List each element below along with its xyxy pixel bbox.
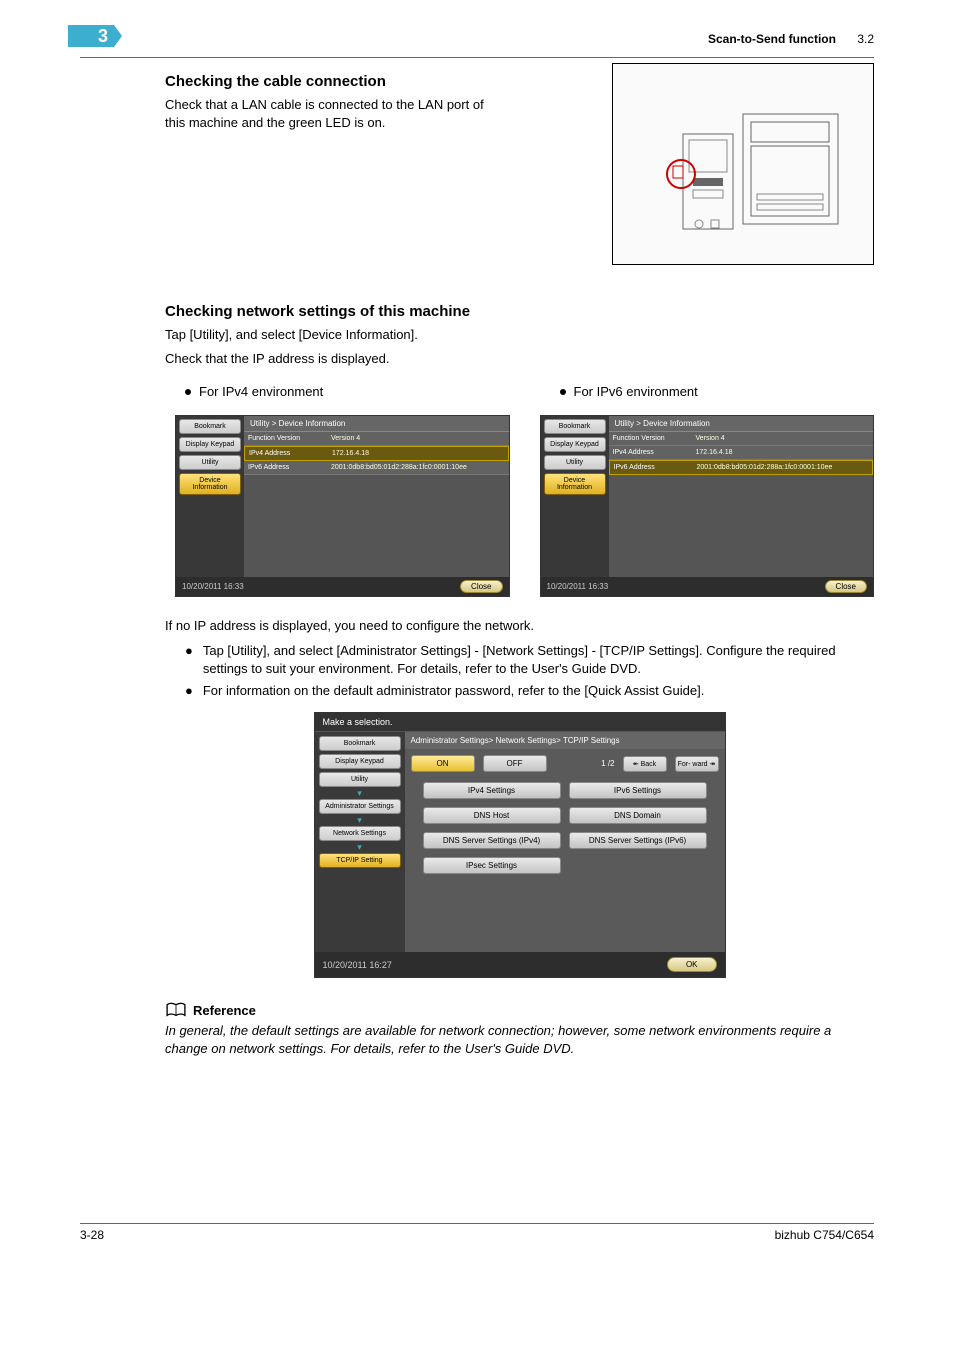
- breadcrumb: Administrator Settings> Network Settings…: [405, 732, 725, 749]
- dns-server-ipv6-button[interactable]: DNS Server Settings (IPv6): [569, 832, 707, 849]
- off-toggle[interactable]: OFF: [483, 755, 547, 772]
- display-keypad-button[interactable]: Display Keypad: [319, 754, 401, 769]
- bullet-icon: ●: [185, 682, 193, 700]
- dns-server-ipv4-button[interactable]: DNS Server Settings (IPv4): [423, 832, 561, 849]
- reference-body: In general, the default settings are ava…: [165, 1022, 874, 1058]
- administrator-settings-button[interactable]: Administrator Settings: [319, 799, 401, 814]
- device-info-button[interactable]: Device Information: [179, 473, 241, 495]
- chapter-badge: 3: [68, 25, 114, 47]
- utility-button[interactable]: Utility: [319, 772, 401, 787]
- no-ip-text: If no IP address is displayed, you need …: [165, 617, 874, 635]
- running-header: Scan-to-Send function 3.2: [708, 32, 874, 46]
- bookmark-button[interactable]: Bookmark: [544, 419, 606, 434]
- close-button[interactable]: Close: [825, 580, 867, 593]
- display-keypad-button[interactable]: Display Keypad: [179, 437, 241, 452]
- page-number: 3-28: [80, 1228, 104, 1242]
- ipv6-settings-button[interactable]: IPv6 Settings: [569, 782, 707, 799]
- tap-utility-text: Tap [Utility], and select [Device Inform…: [165, 326, 874, 344]
- ipsec-settings-button[interactable]: IPsec Settings: [423, 857, 561, 874]
- network-settings-button[interactable]: Network Settings: [319, 826, 401, 841]
- check-ip-text: Check that the IP address is displayed.: [165, 350, 874, 368]
- heading-network: Checking network settings of this machin…: [165, 303, 874, 320]
- bullet-icon: ●: [185, 642, 193, 678]
- header-rule: [80, 57, 874, 58]
- bullet-ipv4: For IPv4 environment: [185, 384, 500, 399]
- display-keypad-button[interactable]: Display Keypad: [544, 437, 606, 452]
- chevron-down-icon: ▾: [319, 790, 401, 796]
- back-button[interactable]: ↞ Back: [623, 756, 667, 772]
- config-instruction-2: For information on the default administr…: [203, 682, 704, 700]
- book-icon: [165, 1002, 187, 1018]
- cable-paragraph: Check that a LAN cable is connected to t…: [165, 96, 500, 132]
- bullet-ipv6: For IPv6 environment: [560, 384, 875, 399]
- bookmark-button[interactable]: Bookmark: [319, 736, 401, 751]
- dns-host-button[interactable]: DNS Host: [423, 807, 561, 824]
- bookmark-button[interactable]: Bookmark: [179, 419, 241, 434]
- timestamp: 10/20/2011 16:27: [323, 960, 392, 970]
- chevron-down-icon: ▾: [319, 844, 401, 850]
- model-name: bizhub C754/C654: [775, 1228, 874, 1242]
- reference-heading: Reference: [193, 1003, 256, 1018]
- ipv4-settings-button[interactable]: IPv4 Settings: [423, 782, 561, 799]
- forward-button[interactable]: For- ward ↠: [675, 756, 719, 772]
- ok-button[interactable]: OK: [667, 957, 717, 972]
- header-num: 3.2: [857, 32, 874, 46]
- page-indicator: 1 /2: [601, 759, 614, 768]
- header-section: Scan-to-Send function: [708, 32, 836, 46]
- on-toggle[interactable]: ON: [411, 755, 475, 772]
- heading-cable: Checking the cable connection: [165, 73, 500, 90]
- breadcrumb: Utility > Device Information: [609, 416, 874, 432]
- close-button[interactable]: Close: [460, 580, 502, 593]
- utility-button[interactable]: Utility: [179, 455, 241, 470]
- tcpip-settings-screenshot: Make a selection. Bookmark Display Keypa…: [314, 712, 726, 978]
- make-selection-label: Make a selection.: [315, 713, 725, 732]
- device-info-screenshot-ipv6: Bookmark Display Keypad Utility Device I…: [540, 415, 875, 597]
- device-info-button[interactable]: Device Information: [544, 473, 606, 495]
- tcpip-setting-button[interactable]: TCP/IP Setting: [319, 853, 401, 868]
- timestamp: 10/20/2011 16:33: [547, 582, 609, 591]
- breadcrumb: Utility > Device Information: [244, 416, 509, 432]
- config-instruction-1: Tap [Utility], and select [Administrator…: [203, 642, 874, 678]
- utility-button[interactable]: Utility: [544, 455, 606, 470]
- device-info-screenshot-ipv4: Bookmark Display Keypad Utility Device I…: [175, 415, 510, 597]
- printer-illustration: [612, 63, 874, 265]
- chevron-down-icon: ▾: [319, 817, 401, 823]
- dns-domain-button[interactable]: DNS Domain: [569, 807, 707, 824]
- timestamp: 10/20/2011 16:33: [182, 582, 244, 591]
